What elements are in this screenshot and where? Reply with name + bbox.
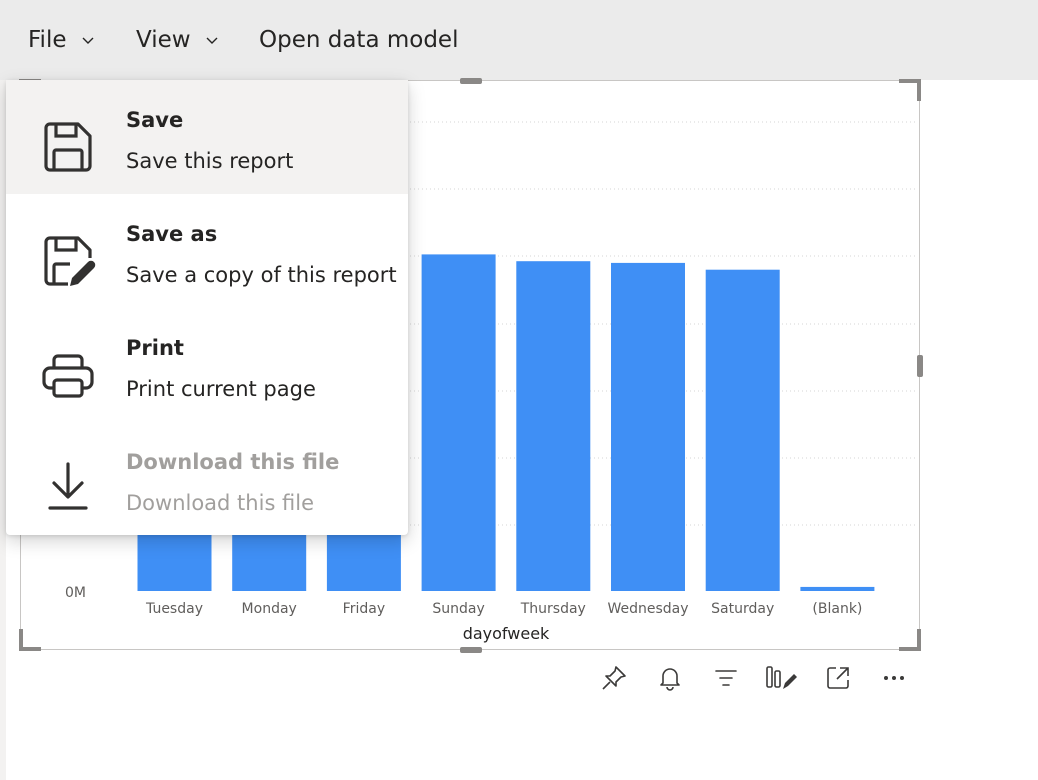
x-tick-label: Sunday <box>432 601 484 617</box>
bar-blank[interactable] <box>800 586 875 591</box>
menu-item-print-title: Print <box>126 336 184 360</box>
menu-item-save-as-title: Save as <box>126 222 218 246</box>
menu-item-print-subtitle: Print current page <box>126 377 316 401</box>
x-tick-label: (Blank) <box>812 601 862 617</box>
x-tick-label: Saturday <box>711 601 774 617</box>
menu-item-save-subtitle: Save this report <box>126 149 294 173</box>
chevron-down-icon <box>82 37 93 44</box>
menu-item-save-title: Save <box>126 108 184 132</box>
bar-wednesday[interactable] <box>611 262 685 591</box>
bar-thursday[interactable] <box>516 261 591 591</box>
pin-icon <box>602 666 626 690</box>
menu-bar: File View Open data model <box>0 0 1038 80</box>
file-menu-label: File <box>28 27 67 53</box>
view-menu-button[interactable]: View <box>136 0 219 80</box>
pin-visual-button[interactable] <box>596 660 632 696</box>
more-options-button[interactable] <box>876 660 912 696</box>
subscribe-alert-button[interactable] <box>652 660 688 696</box>
open-data-model-button[interactable]: Open data model <box>259 0 458 80</box>
x-tick-label: Wednesday <box>607 601 688 617</box>
menu-item-download: Download this file Download this file <box>6 422 408 536</box>
menu-item-save-as-subtitle: Save a copy of this report <box>126 263 397 287</box>
focus-mode-button[interactable] <box>820 660 856 696</box>
menu-item-print[interactable]: Print Print current page <box>6 308 408 422</box>
filter-icon <box>715 670 737 686</box>
menu-item-save-as[interactable]: Save as Save a copy of this report <box>6 194 408 308</box>
x-tick-label: Monday <box>242 601 297 617</box>
bar-saturday[interactable] <box>705 269 780 591</box>
download-icon <box>48 462 88 510</box>
bell-icon <box>660 668 680 691</box>
chevron-down-icon <box>206 37 218 44</box>
focus-mode-icon <box>827 667 849 689</box>
printer-icon <box>42 354 94 398</box>
menu-item-save[interactable]: Save Save this report <box>6 80 408 194</box>
x-tick-label: Thursday <box>520 601 586 617</box>
edit-visual-button[interactable] <box>764 660 800 696</box>
x-tick-label: Friday <box>343 601 385 617</box>
floppy-disk-edit-icon <box>44 236 96 286</box>
file-menu-dropdown: Save Save this report Save as Save a cop… <box>6 80 408 535</box>
floppy-disk-icon <box>44 122 92 172</box>
open-data-model-label: Open data model <box>259 27 459 53</box>
y-tick-label: 0M <box>65 585 86 601</box>
menu-item-download-subtitle: Download this file <box>126 491 315 515</box>
visual-edit-icon <box>766 666 797 689</box>
filter-button[interactable] <box>708 660 744 696</box>
x-axis-label: dayofweek <box>463 624 550 643</box>
bar-sunday[interactable] <box>421 254 496 591</box>
more-options-icon <box>884 676 904 680</box>
x-tick-label: Tuesday <box>145 601 203 617</box>
file-menu-button[interactable]: File <box>28 0 95 80</box>
menu-item-download-title: Download this file <box>126 450 340 474</box>
view-menu-label: View <box>136 27 191 53</box>
